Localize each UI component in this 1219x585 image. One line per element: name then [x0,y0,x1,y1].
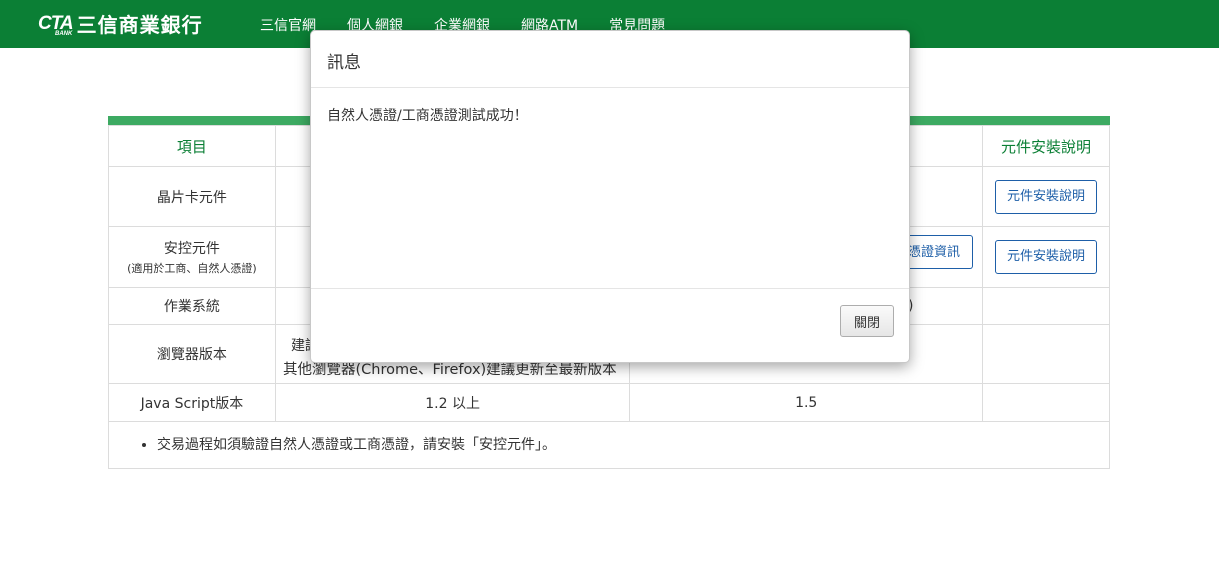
message-dialog: 訊息 自然人憑證/工商憑證測試成功！ 關閉 [310,30,910,363]
dialog-message: 自然人憑證/工商憑證測試成功！ [327,108,528,124]
table-row: Java Script版本 1.2 以上 1.5 [108,383,1110,422]
js-version-value: 1.5 [629,383,983,422]
close-button[interactable]: 關閉 [840,305,894,337]
logo-text: 三信商業銀行 [76,12,203,37]
dialog-title: 訊息 [327,53,361,73]
js-version-min: 1.2 以上 [274,383,631,422]
control-install-guide-button[interactable]: 元件安裝說明 [994,240,1097,274]
card-install-guide-button[interactable]: 元件安裝說明 [994,179,1097,214]
header-install: 元件安裝說明 [982,125,1110,167]
row-label-control: 安控元件 (適用於工商、自然人憑證) [108,226,276,288]
row-label-card: 晶片卡元件 [108,166,276,227]
logo-bank-text: BANK [55,30,73,37]
logo-mark: CTA BANK [38,12,74,37]
bank-logo[interactable]: CTA BANK 三信商業銀行 [38,8,203,38]
dialog-header: 訊息 [311,31,909,88]
header-item: 項目 [108,125,276,167]
install-note: 交易過程如須驗證自然人憑證或工商憑證，請安裝「安控元件」。 [157,435,1109,455]
row-sublabel-control: (適用於工商、自然人憑證) [127,262,257,275]
nav-official-site[interactable]: 三信官網 [260,15,316,35]
table-row: 交易過程如須驗證自然人憑證或工商憑證，請安裝「安控元件」。 [108,421,1110,469]
row-label-os: 作業系統 [108,287,276,325]
dialog-footer: 關閉 [311,288,909,363]
row-label-browser: 瀏覽器版本 [108,324,276,384]
row-label-js: Java Script版本 [108,383,276,422]
